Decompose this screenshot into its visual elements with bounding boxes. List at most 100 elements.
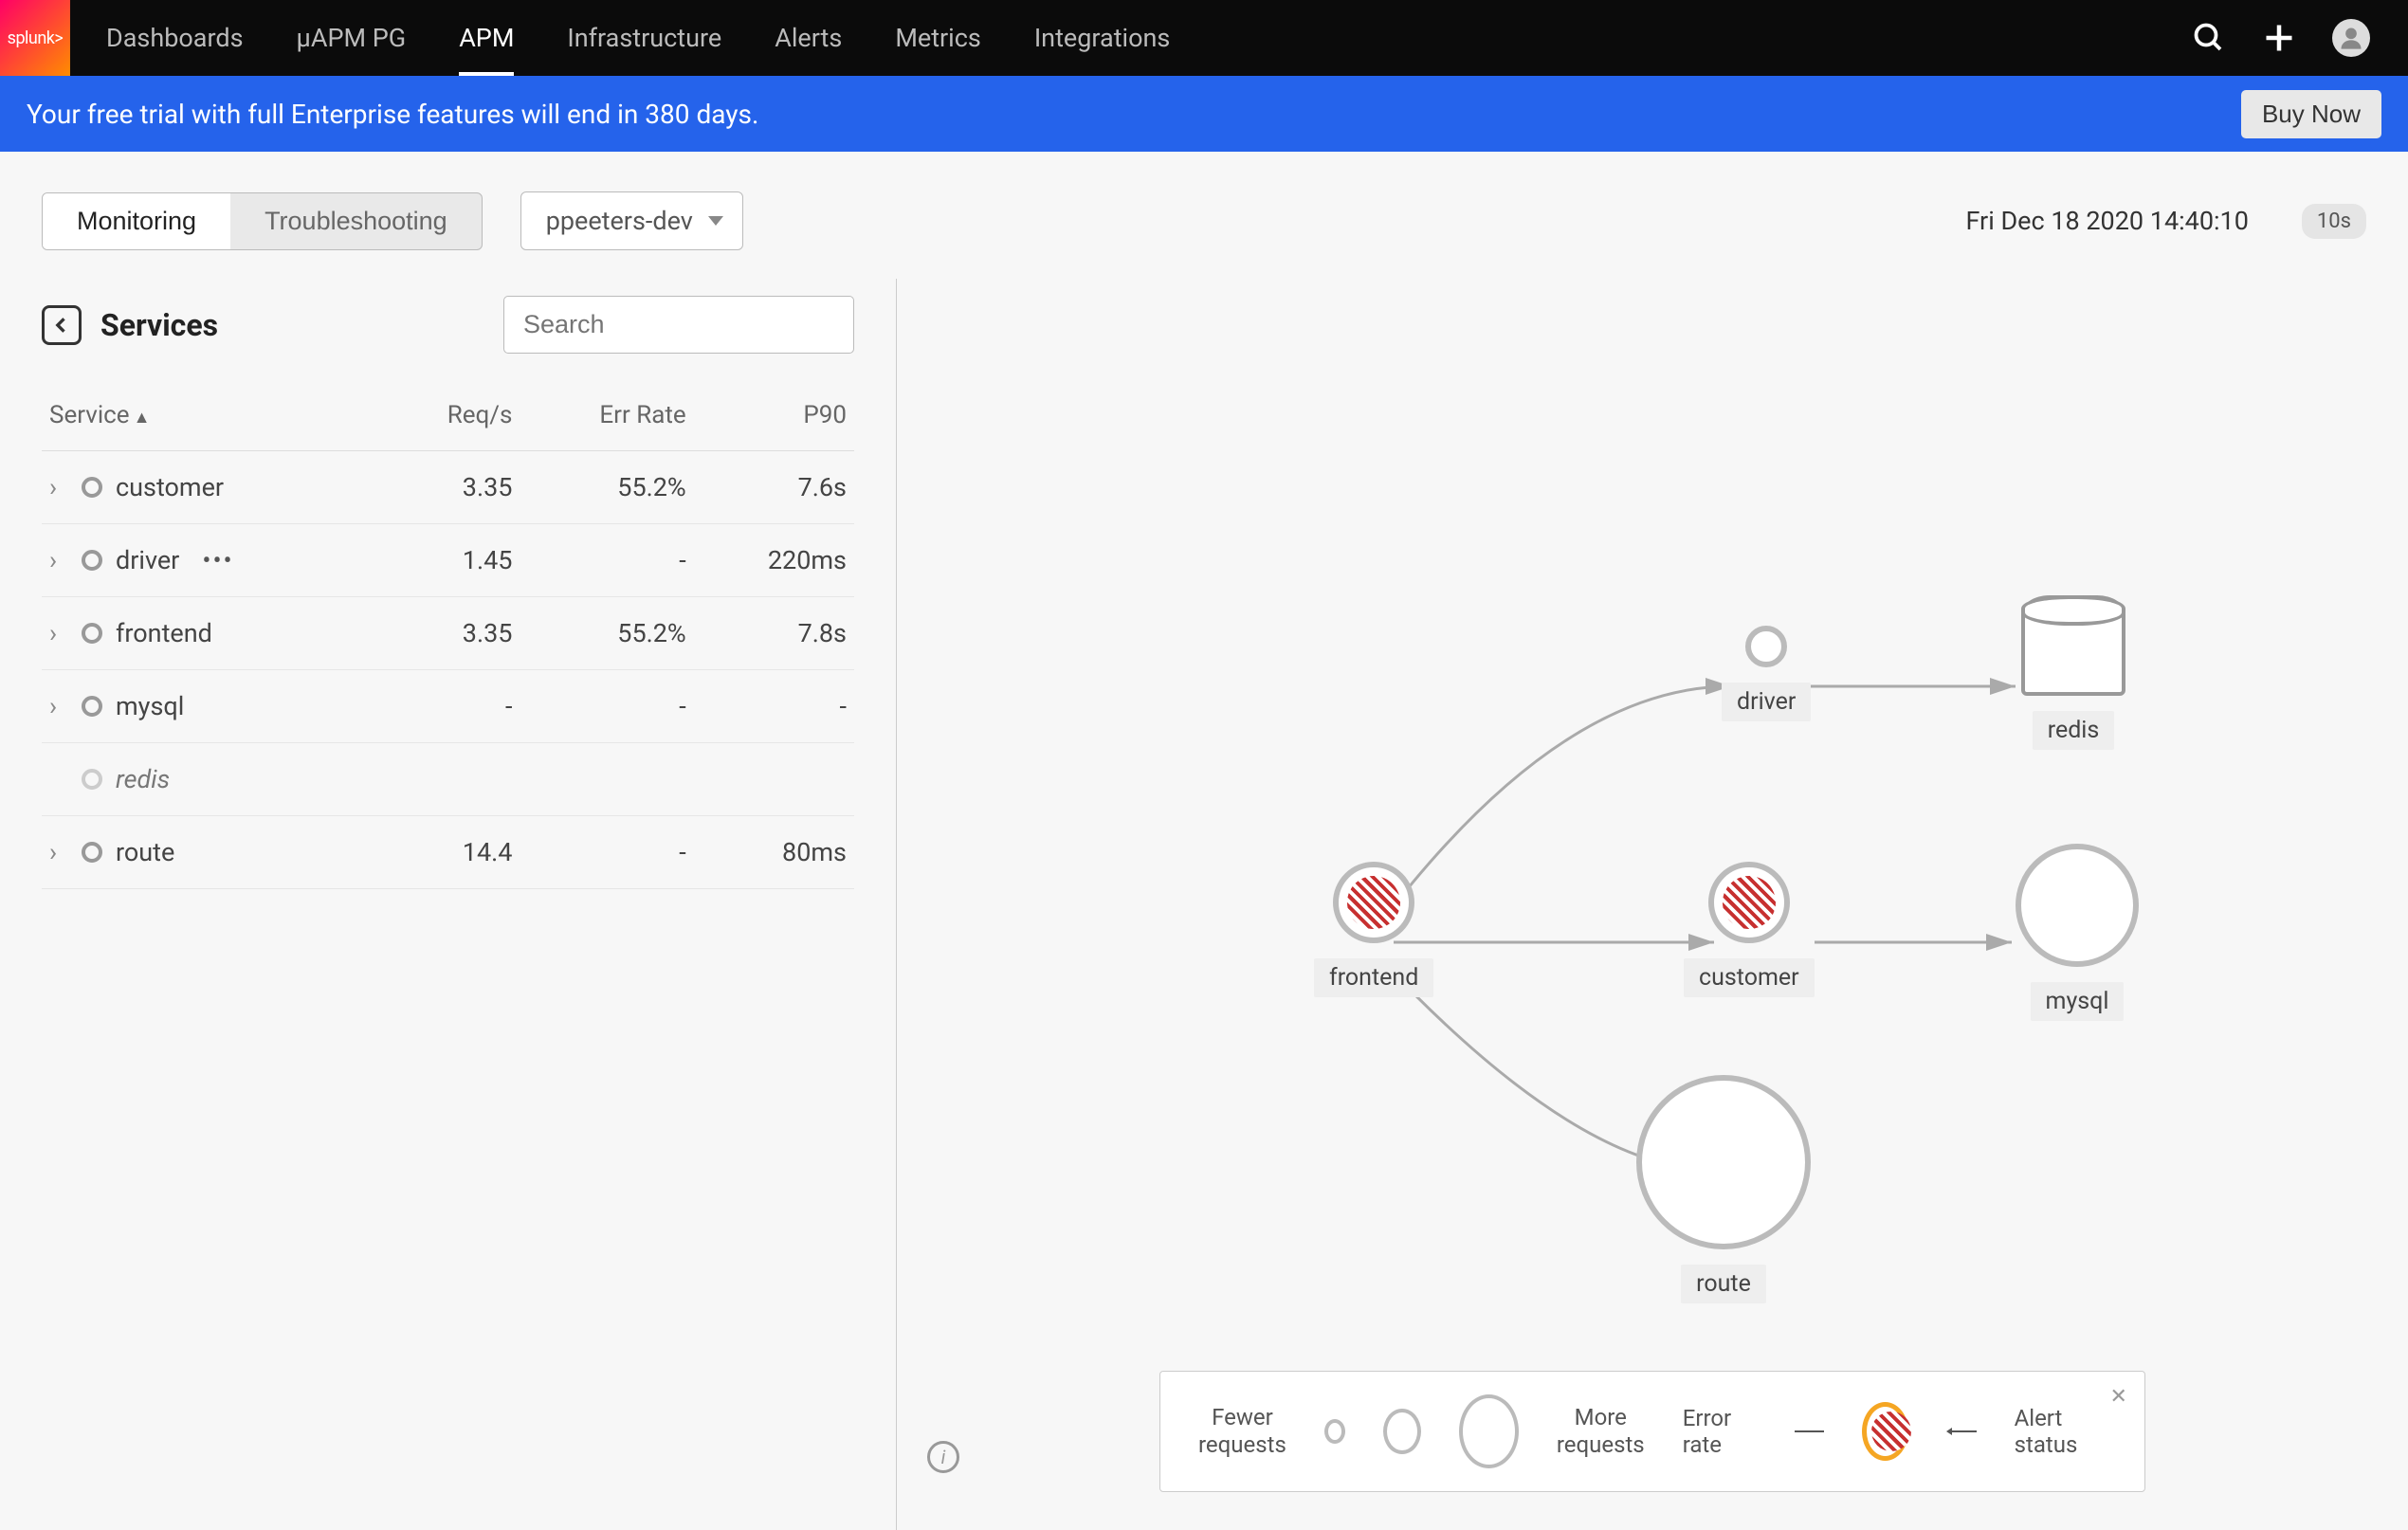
service-name: driver [116, 545, 179, 575]
legend-alert-icon [1862, 1402, 1908, 1461]
node-label: frontend [1314, 958, 1433, 997]
tab-troubleshooting[interactable]: Troubleshooting [230, 193, 482, 249]
info-icon[interactable]: i [927, 1441, 959, 1473]
node-frontend[interactable]: frontend [1314, 862, 1433, 997]
status-circle-icon [82, 696, 102, 717]
node-label: customer [1684, 958, 1815, 997]
table-row[interactable]: ›redis [42, 743, 854, 816]
legend-circle-med-icon [1383, 1409, 1421, 1454]
nav-apm[interactable]: APM [432, 0, 540, 76]
cell-reqs [383, 743, 520, 816]
cell-errrate: - [520, 524, 693, 597]
chevron-right-icon[interactable]: › [49, 691, 68, 721]
status-circle-icon [82, 550, 102, 571]
service-name: redis [116, 764, 170, 794]
col-reqs[interactable]: Req/s [383, 388, 520, 451]
node-route[interactable]: route [1636, 1075, 1811, 1303]
col-service[interactable]: Service▲ [42, 388, 383, 451]
top-nav: splunk> Dashboards µAPM PG APM Infrastru… [0, 0, 2408, 76]
col-errrate[interactable]: Err Rate [520, 388, 693, 451]
nav-metrics[interactable]: Metrics [868, 0, 1008, 76]
service-name: frontend [116, 618, 212, 648]
row-menu-icon[interactable]: ••• [202, 545, 233, 575]
environment-select[interactable]: ppeeters-dev [520, 191, 743, 250]
status-circle-icon [82, 769, 102, 790]
nav-alerts[interactable]: Alerts [748, 0, 868, 76]
node-redis[interactable]: redis [2021, 595, 2125, 750]
view-segment: Monitoring Troubleshooting [42, 192, 483, 250]
service-map[interactable]: frontend customer driver route mysql red… [897, 279, 2408, 1530]
col-p90[interactable]: P90 [694, 388, 854, 451]
legend-more-label: Morerequests [1557, 1404, 1645, 1459]
arrow-left-icon [1946, 1428, 1977, 1435]
nav-items: Dashboards µAPM PG APM Infrastructure Al… [80, 0, 1196, 76]
nav-integrations[interactable]: Integrations [1008, 0, 1197, 76]
map-edges [897, 279, 2408, 1530]
table-row[interactable]: › frontend 3.3555.2%7.8s [42, 597, 854, 670]
cell-p90: 220ms [694, 524, 854, 597]
service-name: customer [116, 472, 224, 502]
legend-fewer-label: Fewerrequests [1198, 1404, 1286, 1459]
node-label: mysql [2031, 982, 2125, 1021]
cell-p90 [694, 743, 854, 816]
cell-p90: 80ms [694, 816, 854, 889]
search-icon[interactable] [2192, 21, 2226, 55]
cell-errrate: - [520, 816, 693, 889]
cell-p90: 7.8s [694, 597, 854, 670]
plus-icon[interactable] [2262, 21, 2296, 55]
services-sidebar: Services Service▲ Req/s Err Rate P90 › cu… [0, 279, 897, 1530]
table-row[interactable]: ›customer3.3555.2%7.6s [42, 451, 854, 524]
legend-circle-large-icon [1459, 1394, 1519, 1468]
banner-text: Your free trial with full Enterprise fea… [27, 99, 758, 130]
chevron-right-icon[interactable]: › [49, 837, 68, 867]
tab-monitoring[interactable]: Monitoring [43, 193, 230, 249]
table-row[interactable]: › driver ••• 1.45-220ms [42, 524, 854, 597]
services-heading: Services [100, 307, 484, 343]
map-legend: ✕ Fewerrequests Morerequests Error rate … [1159, 1371, 2145, 1492]
node-label: driver [1722, 683, 1811, 721]
node-mysql[interactable]: mysql [2016, 844, 2139, 1021]
brand-logo[interactable]: splunk> [0, 0, 70, 76]
cell-p90: 7.6s [694, 451, 854, 524]
table-row[interactable]: ›mysql--- [42, 670, 854, 743]
chevron-right-icon[interactable]: › [49, 472, 68, 502]
nav-dashboards[interactable]: Dashboards [80, 0, 270, 76]
chevron-right-icon[interactable]: › [49, 545, 68, 575]
node-customer[interactable]: customer [1684, 862, 1815, 997]
services-table: Service▲ Req/s Err Rate P90 › customer 3.3… [42, 388, 854, 889]
timestamp-label: Fri Dec 18 2020 14:40:10 [1965, 206, 2248, 236]
chevron-right-icon[interactable]: › [49, 618, 68, 648]
cell-errrate: 55.2% [520, 597, 693, 670]
legend-circle-small-icon [1324, 1419, 1345, 1444]
cell-reqs: 1.45 [383, 524, 520, 597]
cell-errrate: - [520, 670, 693, 743]
table-row[interactable]: › route 14.4-80ms [42, 816, 854, 889]
cell-reqs: 3.35 [383, 597, 520, 670]
nav-infrastructure[interactable]: Infrastructure [540, 0, 748, 76]
back-button[interactable] [42, 305, 82, 345]
legend-alert-status-label: Alert status [2015, 1405, 2107, 1458]
status-circle-icon [82, 842, 102, 863]
node-driver[interactable]: driver [1722, 626, 1811, 721]
refresh-interval-badge[interactable]: 10s [2302, 204, 2366, 239]
status-circle-icon [82, 623, 102, 644]
node-label: redis [2033, 711, 2115, 750]
close-icon[interactable]: ✕ [2110, 1385, 2127, 1409]
services-search-input[interactable] [503, 296, 854, 354]
cell-p90: - [694, 670, 854, 743]
cell-errrate: 55.2% [520, 451, 693, 524]
cell-reqs: - [383, 670, 520, 743]
arrow-right-icon [1795, 1428, 1825, 1435]
user-avatar-icon[interactable] [2332, 19, 2370, 57]
cell-errrate [520, 743, 693, 816]
trial-banner: Your free trial with full Enterprise fea… [0, 76, 2408, 152]
buy-now-button[interactable]: Buy Now [2241, 90, 2381, 138]
cell-reqs: 14.4 [383, 816, 520, 889]
service-name: route [116, 837, 174, 867]
nav-uapm-pg[interactable]: µAPM PG [270, 0, 433, 76]
toolbar: Monitoring Troubleshooting ppeeters-dev … [0, 152, 2408, 279]
sort-asc-icon: ▲ [134, 408, 151, 428]
service-name: mysql [116, 691, 184, 721]
node-label: route [1681, 1265, 1766, 1303]
legend-error-rate-label: Error rate [1683, 1405, 1757, 1458]
